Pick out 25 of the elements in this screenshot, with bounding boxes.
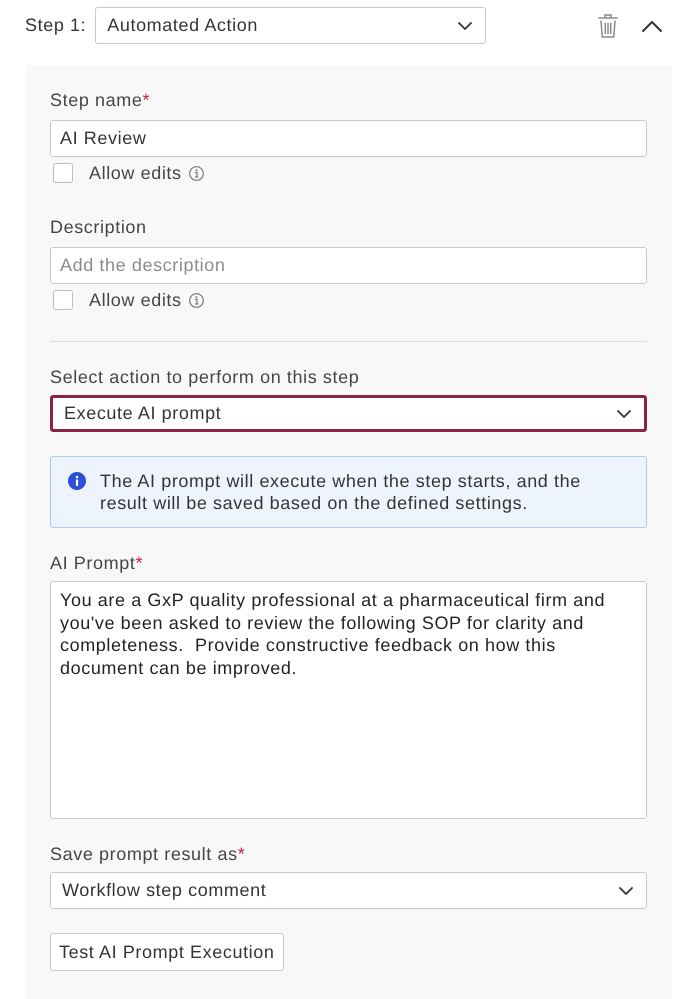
field-label: AI Prompt*: [50, 552, 144, 574]
chevron-down-icon: [617, 410, 631, 418]
field-label: Save prompt result as*: [50, 843, 246, 865]
field-label: Select action to perform on this step: [50, 366, 360, 388]
field-label: Step name*: [50, 89, 152, 111]
chevron-up-icon[interactable]: [642, 20, 662, 32]
field-label: Description: [50, 216, 148, 238]
checkbox-label: Allow edits: [89, 288, 182, 312]
info-text: The AI prompt will execute when the step starts, and the result will be saved based on the defined settings.: [100, 470, 582, 514]
chevron-down-icon: [458, 22, 472, 30]
info-icon[interactable]: [188, 292, 204, 308]
prompt-textarea[interactable]: You are a GxP quality professional at a pharmaceutical firm and you've been asked to review the following SOP for clarity and completeness. Provide constructive feedback on how this document can be improved.: [50, 581, 647, 819]
text-input[interactable]: AI Review: [50, 120, 647, 157]
step-label: Step 1:: [25, 14, 86, 37]
select-field[interactable]: Workflow step comment: [50, 872, 647, 909]
trash-icon[interactable]: [598, 14, 618, 38]
checkbox[interactable]: [53, 290, 73, 310]
step-type-select[interactable]: Automated Action: [95, 7, 486, 44]
test-button[interactable]: Test AI Prompt Execution: [50, 933, 284, 971]
checkbox[interactable]: [53, 163, 73, 183]
info-icon: [68, 472, 86, 490]
select-field[interactable]: Execute AI prompt: [50, 395, 647, 432]
chevron-down-icon: [619, 886, 633, 894]
checkbox-label: Allow edits: [89, 162, 182, 184]
info-icon[interactable]: [188, 166, 204, 180]
